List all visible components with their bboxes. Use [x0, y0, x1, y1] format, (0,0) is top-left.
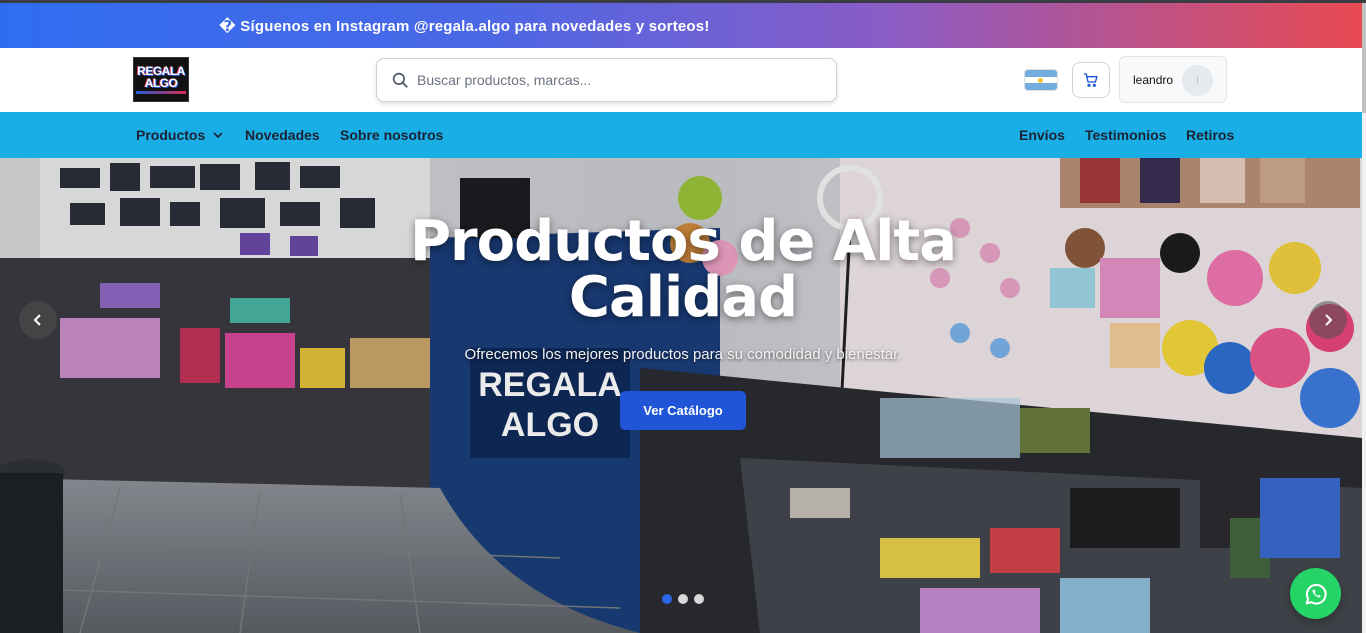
hero-title-line2: Calidad [568, 265, 798, 330]
page-scrollbar[interactable] [1362, 3, 1366, 633]
user-name: leandro [1133, 72, 1174, 87]
chevron-left-icon [33, 314, 41, 326]
announcement-bar: � Síguenos en Instagram @regala.algo par… [0, 3, 1362, 48]
cart-icon [1083, 73, 1098, 87]
hero-title-line1: Productos de Alta [409, 209, 957, 274]
avatar: l [1182, 65, 1213, 96]
carousel-dot-1[interactable] [662, 594, 672, 604]
hero-title: Productos de Alta Calidad [0, 214, 1362, 326]
nav-item-productos[interactable]: Productos [136, 127, 223, 143]
argentina-flag-icon[interactable] [1025, 70, 1057, 90]
carousel-next-button[interactable] [1309, 301, 1347, 339]
nav-item-envios[interactable]: Envíos [1019, 127, 1065, 143]
cart-button[interactable] [1072, 62, 1110, 98]
carousel-dot-3[interactable] [694, 594, 704, 604]
nav-item-sobre-nosotros[interactable]: Sobre nosotros [340, 127, 443, 143]
search-icon [392, 72, 408, 88]
whatsapp-button[interactable] [1290, 568, 1341, 619]
nav-item-testimonios[interactable]: Testimonios [1085, 127, 1166, 143]
nav-item-novedades[interactable]: Novedades [245, 127, 320, 143]
chevron-down-icon [213, 132, 223, 139]
search-box[interactable] [376, 58, 837, 102]
view-catalog-button[interactable]: Ver Catálogo [620, 391, 746, 430]
announcement-text: � Síguenos en Instagram @regala.algo par… [219, 17, 710, 35]
logo-stripe [136, 91, 186, 94]
search-input[interactable] [417, 72, 817, 88]
carousel-indicators [662, 594, 704, 604]
hero-subtitle: Ofrecemos los mejores productos para su … [464, 346, 902, 363]
logo-line2: ALGO [144, 76, 178, 90]
site-header: REGALA ALGO leandro l [0, 48, 1362, 112]
chevron-right-icon [1325, 314, 1333, 326]
carousel-dot-2[interactable] [678, 594, 688, 604]
whatsapp-icon [1305, 583, 1327, 605]
scrollbar-thumb[interactable] [1362, 3, 1366, 113]
user-menu-button[interactable]: leandro l [1119, 56, 1227, 103]
main-nav: Productos Novedades Sobre nosotros Envío… [0, 112, 1362, 158]
site-logo[interactable]: REGALA ALGO [133, 57, 189, 102]
nav-item-retiros[interactable]: Retiros [1186, 127, 1234, 143]
nav-item-label: Productos [136, 127, 206, 143]
hero-carousel: REGALA ALGO Productos de Alta Calidad Of… [0, 158, 1362, 633]
carousel-prev-button[interactable] [19, 301, 57, 339]
